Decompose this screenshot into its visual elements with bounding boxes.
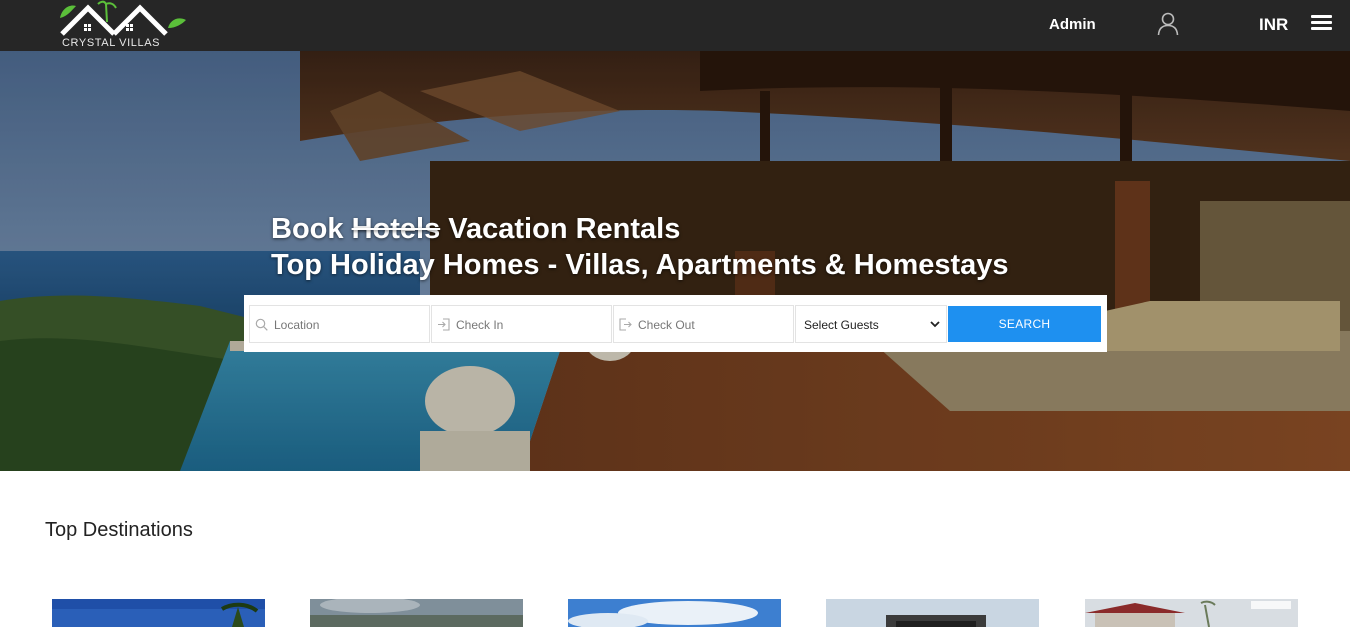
destination-card-4[interactable]	[826, 599, 1039, 627]
sign-out-icon	[619, 318, 632, 331]
destination-image	[1085, 599, 1298, 627]
destination-card-1[interactable]	[52, 599, 265, 627]
location-placeholder: Location	[274, 318, 320, 332]
check-in-placeholder: Check In	[456, 318, 504, 332]
headline-vacation-rentals: Vacation Rentals	[448, 213, 681, 245]
search-form: Location Check In Check Out Select Guest…	[244, 295, 1107, 352]
site-logo[interactable]: CRYSTAL VILLAS	[58, 0, 190, 50]
logo-text: CRYSTAL VILLAS	[62, 37, 161, 49]
currency-selector[interactable]: INR	[1259, 15, 1288, 35]
logo-house-icon	[60, 0, 186, 36]
hamburger-menu-icon[interactable]	[1311, 15, 1332, 31]
top-destinations-title: Top Destinations	[45, 519, 193, 541]
user-icon[interactable]	[1157, 12, 1179, 36]
chevron-down-icon	[930, 321, 940, 328]
check-out-input[interactable]: Check Out	[613, 305, 794, 343]
check-in-input[interactable]: Check In	[431, 305, 612, 343]
sign-in-icon	[438, 318, 450, 331]
destination-card-2[interactable]	[310, 599, 523, 627]
top-nav-bar: CRYSTAL VILLAS Admin INR	[0, 0, 1350, 51]
location-input[interactable]: Location	[249, 305, 430, 343]
headline-struck-hotels: Hotels	[351, 213, 441, 245]
destination-image	[568, 599, 781, 627]
guests-select[interactable]: Select Guests	[795, 305, 947, 343]
destination-card-3[interactable]	[568, 599, 781, 627]
hero-subheadline: Top Holiday Homes - Villas, Apartments &…	[271, 249, 1009, 281]
admin-label[interactable]: Admin	[1049, 16, 1096, 33]
check-out-placeholder: Check Out	[638, 318, 695, 332]
hero-headline: Book Hotels Vacation Rentals Top Holiday…	[271, 211, 1009, 283]
destination-image	[310, 599, 523, 627]
destination-card-5[interactable]	[1085, 599, 1298, 627]
search-button[interactable]: SEARCH	[948, 306, 1101, 342]
search-icon	[255, 318, 268, 331]
destination-image	[826, 599, 1039, 627]
guests-selected-value: Select Guests	[804, 318, 879, 332]
headline-book: Book	[271, 213, 344, 245]
destination-image	[52, 599, 265, 627]
hero-banner: Book Hotels Vacation Rentals Top Holiday…	[0, 51, 1350, 471]
